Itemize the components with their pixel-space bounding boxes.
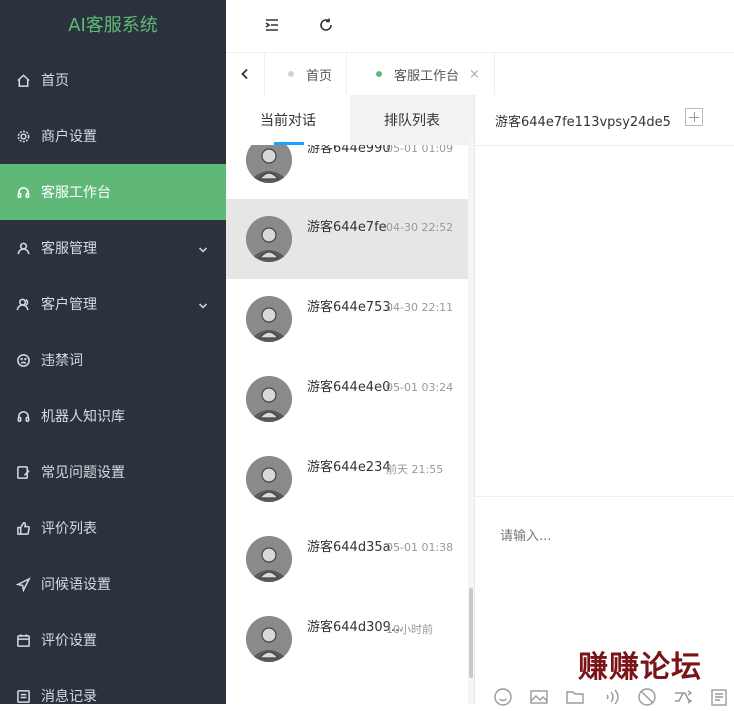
- conversation-name: 游客644e753: [307, 300, 391, 315]
- avatar: [246, 536, 292, 582]
- block-icon[interactable]: [637, 687, 659, 709]
- user-icon: [15, 240, 31, 256]
- tab-dot: [376, 71, 382, 77]
- chevron-down-icon: [198, 243, 208, 253]
- home-icon: [15, 72, 31, 88]
- sidebar-item-label: 商户设置: [41, 129, 97, 145]
- watermark: 赚赚论坛: [578, 650, 702, 685]
- thumb-up-icon: [15, 520, 31, 536]
- chat-messages: [475, 146, 734, 497]
- top-toolbar: [226, 0, 734, 53]
- face-icon: [15, 352, 31, 368]
- calendar-icon: [15, 632, 31, 648]
- add-button[interactable]: [685, 108, 703, 126]
- sidebar-item-review-list[interactable]: 评价列表: [0, 500, 226, 556]
- sidebar-item-label: 问候语设置: [41, 577, 111, 593]
- tab-bar: 首页 客服工作台 ×: [226, 53, 734, 96]
- sidebar-item-message-records[interactable]: 消息记录: [0, 668, 226, 704]
- active-tab-indicator: [274, 142, 304, 145]
- message-input[interactable]: 请输入...: [500, 525, 551, 544]
- sidebar-item-agent-management[interactable]: 客服管理: [0, 220, 226, 276]
- tab-current-conversations[interactable]: 当前对话: [226, 95, 350, 145]
- avatar: [246, 296, 292, 342]
- chat-title: 游客644e7fe113vpsy24de5: [495, 115, 671, 130]
- chevron-left-icon[interactable]: [226, 53, 265, 95]
- chevron-down-icon: [198, 299, 208, 309]
- conversation-time: 05-01 03:24: [386, 381, 454, 394]
- tab-agent-workbench[interactable]: 客服工作台 ×: [362, 53, 495, 95]
- sidebar-item-robot-knowledge[interactable]: 机器人知识库: [0, 388, 226, 444]
- sidebar-item-agent-workbench[interactable]: 客服工作台: [0, 164, 226, 220]
- list-item[interactable]: 游客644d35a 05-01 01:38: [226, 519, 468, 599]
- edit-icon: [15, 464, 31, 480]
- sidebar-item-greeting-settings[interactable]: 问候语设置: [0, 556, 226, 612]
- sidebar-item-label: 客户管理: [41, 297, 97, 313]
- avatar: [246, 376, 292, 422]
- conversation-tabs: 当前对话 排队列表: [226, 95, 474, 145]
- message-icon: [15, 688, 31, 704]
- list-item[interactable]: 游客644e234 前天 21:55: [226, 439, 468, 519]
- voice-icon[interactable]: [601, 687, 623, 709]
- tab-label: 客服工作台: [394, 68, 460, 84]
- chat-header: 游客644e7fe113vpsy24de5: [475, 95, 734, 146]
- conversation-name: 游客644e4e0: [307, 380, 391, 395]
- send-icon: [15, 576, 31, 592]
- list-item[interactable]: 游客644e7fe 04-30 22:52: [226, 199, 468, 279]
- conversation-list: 游客644e990 05-01 01:09 游客644e7fe 04-30 22…: [226, 135, 468, 704]
- users-icon: [15, 296, 31, 312]
- conversation-name: 游客644d35a: [307, 540, 391, 555]
- conversation-panel: 游客644e990 05-01 01:09 游客644e7fe 04-30 22…: [226, 95, 475, 704]
- app-logo: AI客服系统: [68, 15, 158, 36]
- list-item[interactable]: 游客644e4e0 05-01 03:24: [226, 359, 468, 439]
- close-icon[interactable]: ×: [469, 67, 480, 82]
- image-icon[interactable]: [529, 687, 551, 709]
- sidebar-item-label: 评价列表: [41, 521, 97, 537]
- conversation-time: 05-01 01:38: [386, 541, 454, 554]
- refresh-icon[interactable]: [315, 14, 337, 36]
- note-icon[interactable]: [709, 687, 731, 709]
- sidebar-item-banned-words[interactable]: 违禁词: [0, 332, 226, 388]
- gear-icon: [15, 128, 31, 144]
- headset-icon: [15, 184, 31, 200]
- sidebar-item-customer-management[interactable]: 客户管理: [0, 276, 226, 332]
- sidebar-item-label: 消息记录: [41, 689, 97, 704]
- sidebar-item-review-settings[interactable]: 评价设置: [0, 612, 226, 668]
- folder-icon[interactable]: [565, 687, 587, 709]
- headset-icon: [15, 408, 31, 424]
- list-item[interactable]: 游客644e753 04-30 22:11: [226, 279, 468, 359]
- tab-dot: [288, 71, 294, 77]
- sidebar-item-label: 违禁词: [41, 353, 83, 369]
- avatar: [246, 616, 292, 662]
- conversation-time: 04-30 22:11: [386, 301, 454, 314]
- sidebar: AI客服系统 首页 商户设置 客服工作台 客服管理 客户管理 违禁词 机器人知识…: [0, 0, 226, 704]
- tab-home[interactable]: 首页: [274, 53, 348, 95]
- smile-icon[interactable]: [493, 687, 515, 709]
- sidebar-item-label: 客服工作台: [41, 185, 111, 201]
- sidebar-item-merchant-settings[interactable]: 商户设置: [0, 108, 226, 164]
- sidebar-item-label: 评价设置: [41, 633, 97, 649]
- indent-icon[interactable]: [261, 14, 283, 36]
- tab-queue-list[interactable]: 排队列表: [350, 95, 474, 145]
- sidebar-item-home[interactable]: 首页: [0, 52, 226, 108]
- conversation-time: 10小时前: [386, 623, 433, 636]
- avatar: [246, 216, 292, 262]
- transfer-icon[interactable]: [673, 687, 695, 709]
- conversation-name: 游客644e234: [307, 460, 391, 475]
- avatar: [246, 456, 292, 502]
- sidebar-item-label: 客服管理: [41, 241, 97, 257]
- tab-label: 首页: [306, 68, 333, 84]
- conversation-time: 前天 21:55: [386, 463, 444, 476]
- sidebar-item-label: 机器人知识库: [41, 409, 125, 425]
- sidebar-item-faq-settings[interactable]: 常见问题设置: [0, 444, 226, 500]
- sidebar-item-label: 常见问题设置: [41, 465, 125, 481]
- conversation-name: 游客644e7fe: [307, 220, 387, 235]
- chat-toolbar: [493, 687, 734, 709]
- list-item[interactable]: 游客644d309... 10小时前: [226, 599, 468, 679]
- sidebar-item-label: 首页: [41, 73, 69, 89]
- scrollbar-thumb[interactable]: [469, 588, 473, 678]
- conversation-time: 04-30 22:52: [386, 221, 454, 234]
